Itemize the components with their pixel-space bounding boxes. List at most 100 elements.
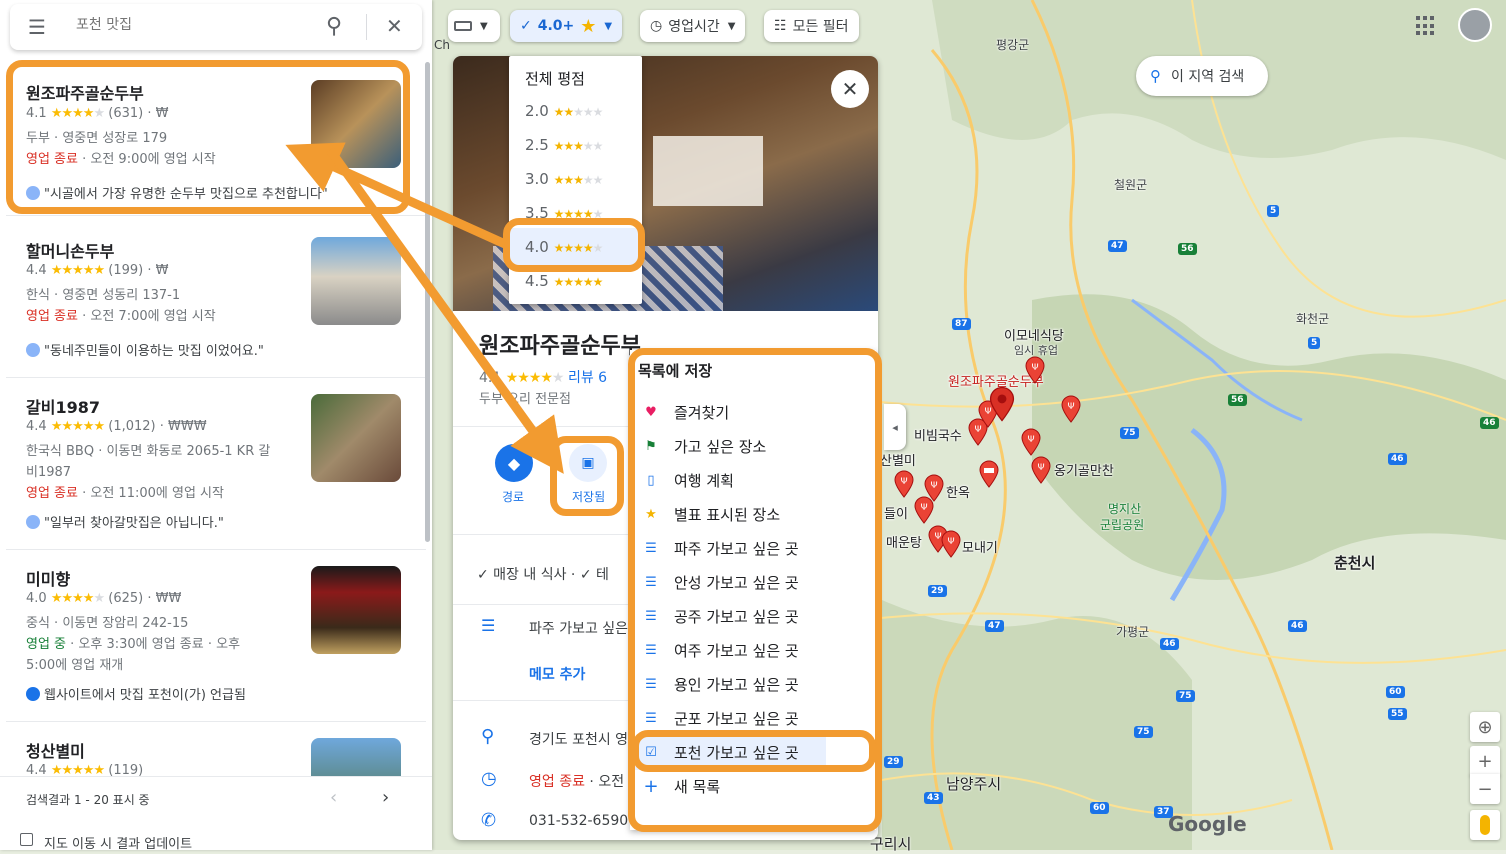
- place-title: 원조파주골순두부: [479, 334, 641, 359]
- result-name[interactable]: 청산별미: [26, 738, 85, 762]
- route-shield: 29: [928, 585, 947, 597]
- list-item[interactable]: 청산별미 4.4 ★★★★★ (119): [6, 722, 426, 776]
- search-this-area-label: 이 지역 검색: [1171, 69, 1245, 85]
- result-hours: 5:00에 영업 재개: [26, 658, 124, 673]
- route-shield: 75: [1176, 690, 1195, 702]
- route-shield: 47: [1108, 240, 1127, 252]
- result-photo[interactable]: [311, 738, 401, 776]
- result-rating: 4.4 ★★★★★ (119): [26, 763, 144, 776]
- result-rating: 4.0 ★★★★★ (625) · ₩₩: [26, 591, 182, 606]
- result-name[interactable]: 미미향: [26, 566, 70, 590]
- phone-icon: ✆: [481, 810, 497, 831]
- map-label: 명지산: [1108, 502, 1142, 516]
- hours-filter-chip[interactable]: ◷ 영업시간 ▼: [640, 10, 746, 42]
- result-rating: 4.4 ★★★★★ (199) · ₩: [26, 263, 169, 278]
- update-results-checkbox[interactable]: [20, 833, 33, 846]
- hotel-pin-icon[interactable]: [978, 460, 1000, 488]
- keyboard-dropdown[interactable]: ▼: [448, 10, 500, 42]
- svg-text:Ψ: Ψ: [1027, 435, 1034, 445]
- rating-option-2-5[interactable]: 2.5 ★★★★★: [525, 136, 603, 154]
- selected-place-pin-icon[interactable]: [988, 386, 1016, 422]
- result-name[interactable]: 할머니손두부: [26, 238, 114, 262]
- result-photo[interactable]: [311, 394, 401, 482]
- rating-option-2-0[interactable]: 2.0 ★★★★★: [525, 102, 603, 120]
- close-icon[interactable]: ✕: [831, 70, 869, 108]
- svg-text:Ψ: Ψ: [900, 477, 907, 487]
- map-poi[interactable]: 모내기: [962, 537, 998, 556]
- result-name[interactable]: 갈비1987: [26, 394, 100, 418]
- next-page-icon[interactable]: ›: [382, 787, 389, 808]
- close-icon[interactable]: ✕: [386, 14, 403, 38]
- map-poi[interactable]: 들이: [884, 503, 908, 522]
- zoom-in-button[interactable]: +: [1470, 746, 1500, 776]
- collapse-panel-button[interactable]: ◂: [884, 404, 906, 450]
- map-label: 남양주시: [946, 775, 1002, 793]
- list-item[interactable]: 미미향 4.0 ★★★★★ (625) · ₩₩ 중식 · 이동면 장암리 24…: [6, 550, 426, 722]
- route-shield: 75: [1120, 427, 1139, 439]
- route-shield: 37: [1154, 806, 1173, 818]
- place-address[interactable]: 경기도 포천시 영: [529, 729, 628, 749]
- search-input[interactable]: [76, 17, 306, 33]
- route-shield: 46: [1480, 417, 1499, 429]
- add-note-link[interactable]: 메모 추가: [529, 664, 585, 684]
- user-icon: [26, 343, 40, 357]
- directions-icon[interactable]: ◆: [495, 444, 533, 482]
- route-shield: 56: [1228, 394, 1247, 406]
- svg-text:Ψ: Ψ: [920, 503, 927, 513]
- restaurant-pin-icon[interactable]: Ψ: [913, 496, 935, 524]
- result-photo[interactable]: [311, 237, 401, 325]
- all-filters-chip[interactable]: ☷ 모든 필터: [764, 10, 859, 42]
- rating-filter-label: 4.0+: [537, 18, 575, 34]
- result-photo[interactable]: [311, 566, 401, 654]
- map-poi[interactable]: 매운탕: [886, 532, 922, 551]
- divider: [366, 14, 367, 40]
- rating-option-4-5[interactable]: 4.5 ★★★★★: [525, 272, 603, 290]
- result-address: 한국식 BBQ · 이동면 화동로 2065-1 KR 갈: [26, 444, 271, 459]
- route-shield: 5: [1308, 337, 1321, 349]
- place-phone[interactable]: 031-532-6590: [529, 813, 628, 829]
- clock-icon: ◷: [481, 768, 497, 789]
- map-poi[interactable]: 산별미: [880, 450, 916, 469]
- menu-icon[interactable]: ☰: [28, 17, 46, 37]
- pegman-icon[interactable]: [1470, 810, 1500, 840]
- map-poi[interactable]: 한옥: [946, 482, 970, 501]
- list-icon: ☰: [481, 616, 496, 635]
- update-results-label: 지도 이동 시 결과 업데이트: [44, 837, 193, 852]
- result-website: 웹사이트에서 맛집 포천이(가) 언급됨: [26, 684, 246, 703]
- clock-icon: ◷: [650, 18, 663, 34]
- list-item[interactable]: 갈비1987 4.4 ★★★★★ (1,012) · ₩₩₩ 한국식 BBQ ·…: [6, 378, 426, 550]
- results-count: 검색결과 1 - 20 표시 중: [26, 793, 150, 807]
- restaurant-pin-icon[interactable]: Ψ: [1030, 456, 1052, 484]
- highlight-box: [503, 218, 645, 272]
- rating-option-3-0[interactable]: 3.0 ★★★★★: [525, 170, 603, 188]
- scrollbar[interactable]: [425, 62, 430, 542]
- zoom-out-button[interactable]: −: [1470, 774, 1500, 804]
- rating-filter-chip[interactable]: ✓ 4.0+ ★ ▼: [510, 10, 623, 42]
- place-hours[interactable]: 영업 종료 · 오전: [529, 771, 624, 791]
- route-shield: 46: [1288, 620, 1307, 632]
- route-shield: 46: [1388, 453, 1407, 465]
- route-shield: 87: [952, 318, 971, 330]
- truncated-label: Ch: [434, 38, 450, 52]
- search-this-area-button[interactable]: ⚲ 이 지역 검색: [1136, 56, 1268, 96]
- svg-text:Ψ: Ψ: [947, 537, 954, 547]
- chevron-down-icon: ▼: [727, 20, 736, 32]
- hours-filter-label: 영업시간: [668, 19, 720, 35]
- restaurant-pin-icon[interactable]: Ψ: [1060, 395, 1082, 423]
- map-poi[interactable]: 옹기골만찬: [1054, 460, 1114, 479]
- all-filters-label: 모든 필터: [792, 19, 849, 35]
- restaurant-pin-icon[interactable]: Ψ: [893, 470, 915, 498]
- restaurant-pin-icon[interactable]: Ψ: [1020, 428, 1042, 456]
- apps-grid-icon[interactable]: [1416, 16, 1436, 36]
- my-location-icon[interactable]: ⊕: [1470, 712, 1500, 742]
- list-item[interactable]: 할머니손두부 4.4 ★★★★★ (199) · ₩ 한식 · 영중면 성동리 …: [6, 222, 426, 378]
- map-label: 평강군: [996, 38, 1030, 52]
- restaurant-pin-icon[interactable]: Ψ: [1024, 356, 1046, 384]
- avatar[interactable]: [1458, 8, 1492, 42]
- map-poi[interactable]: 비빔국수: [914, 425, 962, 444]
- restaurant-pin-icon[interactable]: Ψ: [940, 530, 962, 558]
- place-category: 두부 요리 전문점: [479, 392, 571, 407]
- prev-page-icon[interactable]: ‹: [330, 787, 337, 808]
- search-icon[interactable]: ⚲: [326, 14, 342, 39]
- route-shield: 29: [884, 756, 903, 768]
